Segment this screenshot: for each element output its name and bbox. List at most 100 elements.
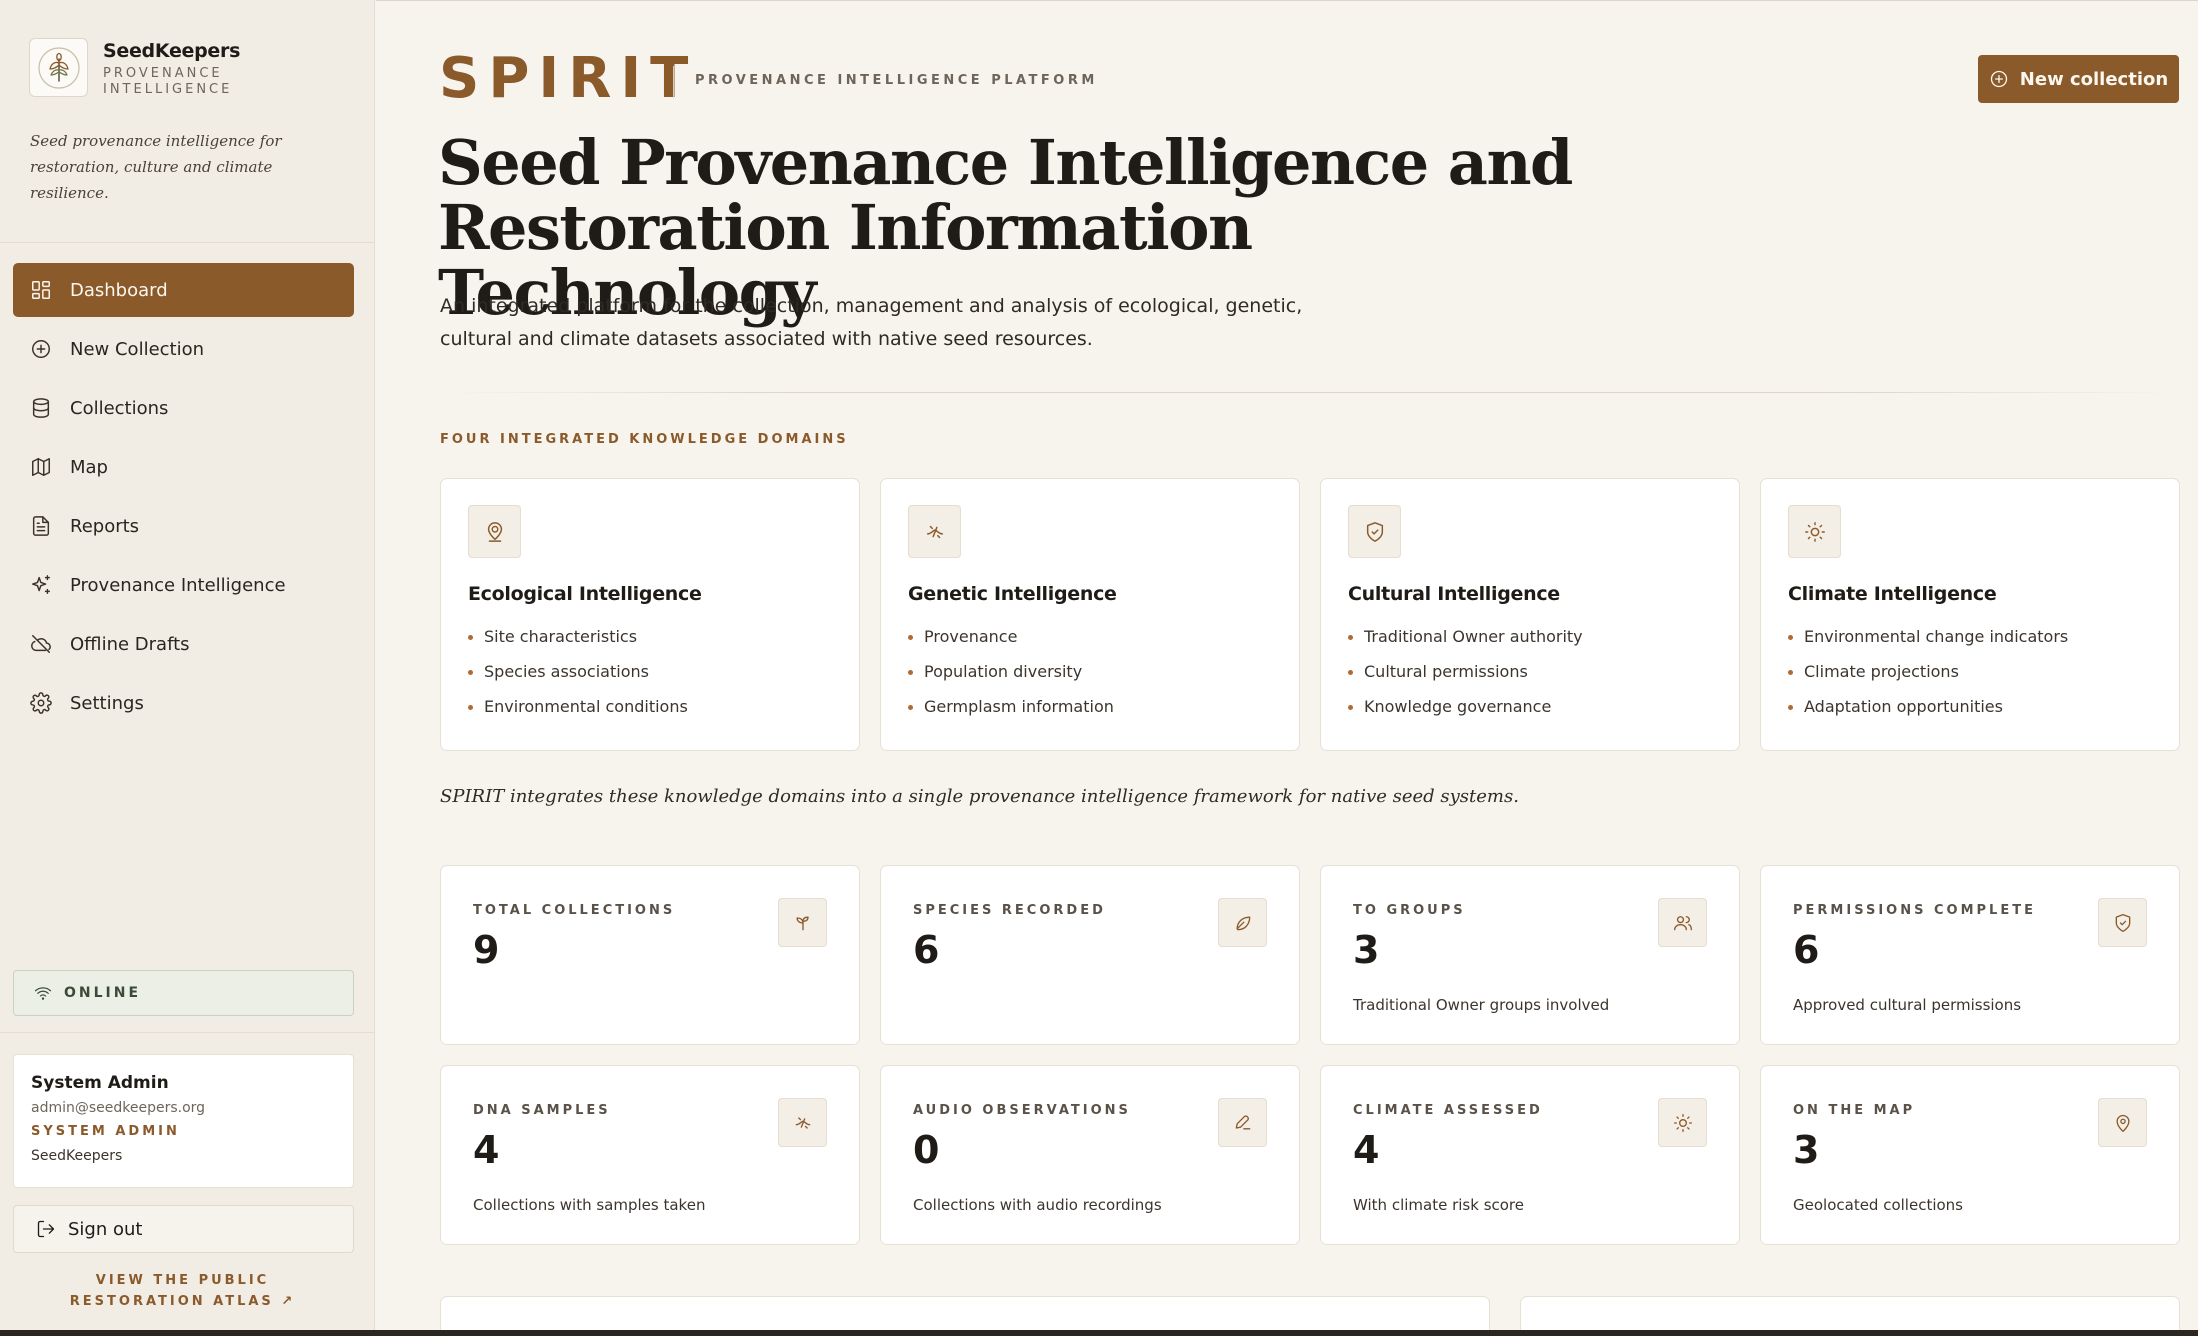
seedkeepers-logo xyxy=(29,38,88,97)
domain-card-climate: Climate Intelligence Environmental chang… xyxy=(1760,478,2180,751)
sidebar-item-offline-drafts[interactable]: Offline Drafts xyxy=(13,617,354,671)
sidebar-item-label: Reports xyxy=(70,515,140,537)
sign-out-button[interactable]: Sign out xyxy=(13,1205,354,1253)
stat-label: DNA SAMPLES xyxy=(473,1103,611,1118)
brand-tagline: Seed provenance intelligence for restora… xyxy=(30,132,282,202)
stat-label: SPECIES RECORDED xyxy=(913,903,1106,918)
header-separator xyxy=(673,66,674,98)
list-item: Climate projections xyxy=(1788,662,2068,697)
list-item-text: Environmental change indicators xyxy=(1804,627,2069,646)
stat-value: 4 xyxy=(1353,1128,1380,1172)
sidebar-item-label: Dashboard xyxy=(70,279,168,301)
stat-value: 6 xyxy=(1793,928,1820,972)
stat-card-audio-observations[interactable]: AUDIO OBSERVATIONS 0 Collections with au… xyxy=(880,1065,1300,1245)
list-item-text: Provenance xyxy=(924,627,1018,646)
cloud-off-icon xyxy=(29,632,53,656)
user-name: System Admin xyxy=(31,1073,169,1093)
sidebar-item-dashboard[interactable]: Dashboard xyxy=(13,263,354,317)
list-item-text: Cultural permissions xyxy=(1364,662,1528,681)
sign-out-icon xyxy=(37,1220,55,1238)
stat-value: 0 xyxy=(913,1128,940,1172)
sidebar-item-reports[interactable]: Reports xyxy=(13,499,354,553)
sidebar-item-settings[interactable]: Settings xyxy=(13,676,354,730)
sidebar-item-collections[interactable]: Collections xyxy=(13,381,354,435)
shield-check-icon xyxy=(2098,898,2147,947)
wifi-icon xyxy=(34,987,52,1000)
sparkles-icon xyxy=(29,573,53,597)
document-icon xyxy=(29,514,53,538)
sidebar: SeedKeepers PROVENANCE INTELLIGENCE Seed… xyxy=(0,0,375,1336)
domain-card-cultural: Cultural Intelligence Traditional Owner … xyxy=(1320,478,1740,751)
stat-description: Collections with samples taken xyxy=(473,1196,706,1214)
stat-card-total-collections[interactable]: TOTAL COLLECTIONS 9 xyxy=(440,865,860,1045)
location-person-icon xyxy=(468,505,521,558)
new-collection-label: New collection xyxy=(2019,68,2169,90)
dna-icon xyxy=(908,505,961,558)
stat-card-species-recorded[interactable]: SPECIES RECORDED 6 xyxy=(880,865,1300,1045)
stat-card-dna-samples[interactable]: DNA SAMPLES 4 Collections with samples t… xyxy=(440,1065,860,1245)
list-item: Population diversity xyxy=(908,662,1114,697)
list-item: Cultural permissions xyxy=(1348,662,1583,697)
stat-value: 9 xyxy=(473,928,500,972)
stat-label: CLIMATE ASSESSED xyxy=(1353,1103,1543,1118)
sidebar-item-label: Provenance Intelligence xyxy=(70,574,286,596)
domain-title: Climate Intelligence xyxy=(1788,583,1997,605)
sprout-icon xyxy=(778,898,827,947)
top-border xyxy=(376,0,2198,1)
shield-icon xyxy=(1348,505,1401,558)
new-collection-button[interactable]: New collection xyxy=(1978,55,2179,103)
domain-list: Environmental change indicators Climate … xyxy=(1788,627,2068,732)
stat-value: 3 xyxy=(1353,928,1380,972)
sidebar-item-label: Offline Drafts xyxy=(70,633,190,655)
stat-card-permissions-complete[interactable]: PERMISSIONS COMPLETE 6 Approved cultural… xyxy=(1760,865,2180,1045)
sidebar-item-label: Collections xyxy=(70,397,169,419)
stat-description: Approved cultural permissions xyxy=(1793,996,2022,1014)
stat-card-climate-assessed[interactable]: CLIMATE ASSESSED 4 With climate risk sco… xyxy=(1320,1065,1740,1245)
sidebar-item-provenance-intelligence[interactable]: Provenance Intelligence xyxy=(13,558,354,612)
bottom-edge xyxy=(0,1330,2198,1336)
plus-circle-icon xyxy=(29,337,53,361)
sun-icon xyxy=(1788,505,1841,558)
domain-list: Site characteristics Species association… xyxy=(468,627,688,732)
section-divider xyxy=(440,392,2180,393)
stat-value: 3 xyxy=(1793,1128,1820,1172)
domain-list: Traditional Owner authority Cultural per… xyxy=(1348,627,1583,732)
stat-card-to-groups[interactable]: TO GROUPS 3 Traditional Owner groups inv… xyxy=(1320,865,1740,1045)
gear-icon xyxy=(29,691,53,715)
database-icon xyxy=(29,396,53,420)
sidebar-item-label: Map xyxy=(70,456,108,478)
online-status-label: ONLINE xyxy=(64,985,142,1001)
pen-icon xyxy=(1218,1098,1267,1147)
map-pin-icon xyxy=(2098,1098,2147,1147)
online-status-badge: ONLINE xyxy=(13,970,354,1016)
list-item: Germplasm information xyxy=(908,697,1114,732)
list-item-text: Traditional Owner authority xyxy=(1364,627,1583,646)
sidebar-item-new-collection[interactable]: New Collection xyxy=(13,322,354,376)
list-item: Environmental conditions xyxy=(468,697,688,732)
sidebar-item-map[interactable]: Map xyxy=(13,440,354,494)
dashboard-icon xyxy=(29,278,53,302)
list-item-text: Knowledge governance xyxy=(1364,697,1552,716)
domain-title: Ecological Intelligence xyxy=(468,583,702,605)
stat-card-on-the-map[interactable]: ON THE MAP 3 Geolocated collections xyxy=(1760,1065,2180,1245)
user-role: SYSTEM ADMIN xyxy=(31,1124,180,1139)
stat-label: ON THE MAP xyxy=(1793,1103,1916,1118)
dna-icon xyxy=(778,1098,827,1147)
domain-title: Cultural Intelligence xyxy=(1348,583,1560,605)
list-item-text: Environmental conditions xyxy=(484,697,688,716)
list-item-text: Site characteristics xyxy=(484,627,638,646)
list-item: Species associations xyxy=(468,662,688,697)
brand[interactable]: SeedKeepers PROVENANCE INTELLIGENCE xyxy=(29,38,263,98)
list-item: Adaptation opportunities xyxy=(1788,697,2068,732)
list-item: Knowledge governance xyxy=(1348,697,1583,732)
brand-name: SeedKeepers xyxy=(103,40,241,62)
stat-description: Geolocated collections xyxy=(1793,1196,1963,1214)
stat-label: AUDIO OBSERVATIONS xyxy=(913,1103,1131,1118)
domain-title: Genetic Intelligence xyxy=(908,583,1117,605)
stat-description: Collections with audio recordings xyxy=(913,1196,1162,1214)
sidebar-item-label: Settings xyxy=(70,692,144,714)
list-item-text: Adaptation opportunities xyxy=(1804,697,2003,716)
public-atlas-link[interactable]: VIEW THE PUBLIC RESTORATION ATLAS ↗ xyxy=(30,1270,335,1312)
stat-label: TO GROUPS xyxy=(1353,903,1466,918)
stat-value: 4 xyxy=(473,1128,500,1172)
